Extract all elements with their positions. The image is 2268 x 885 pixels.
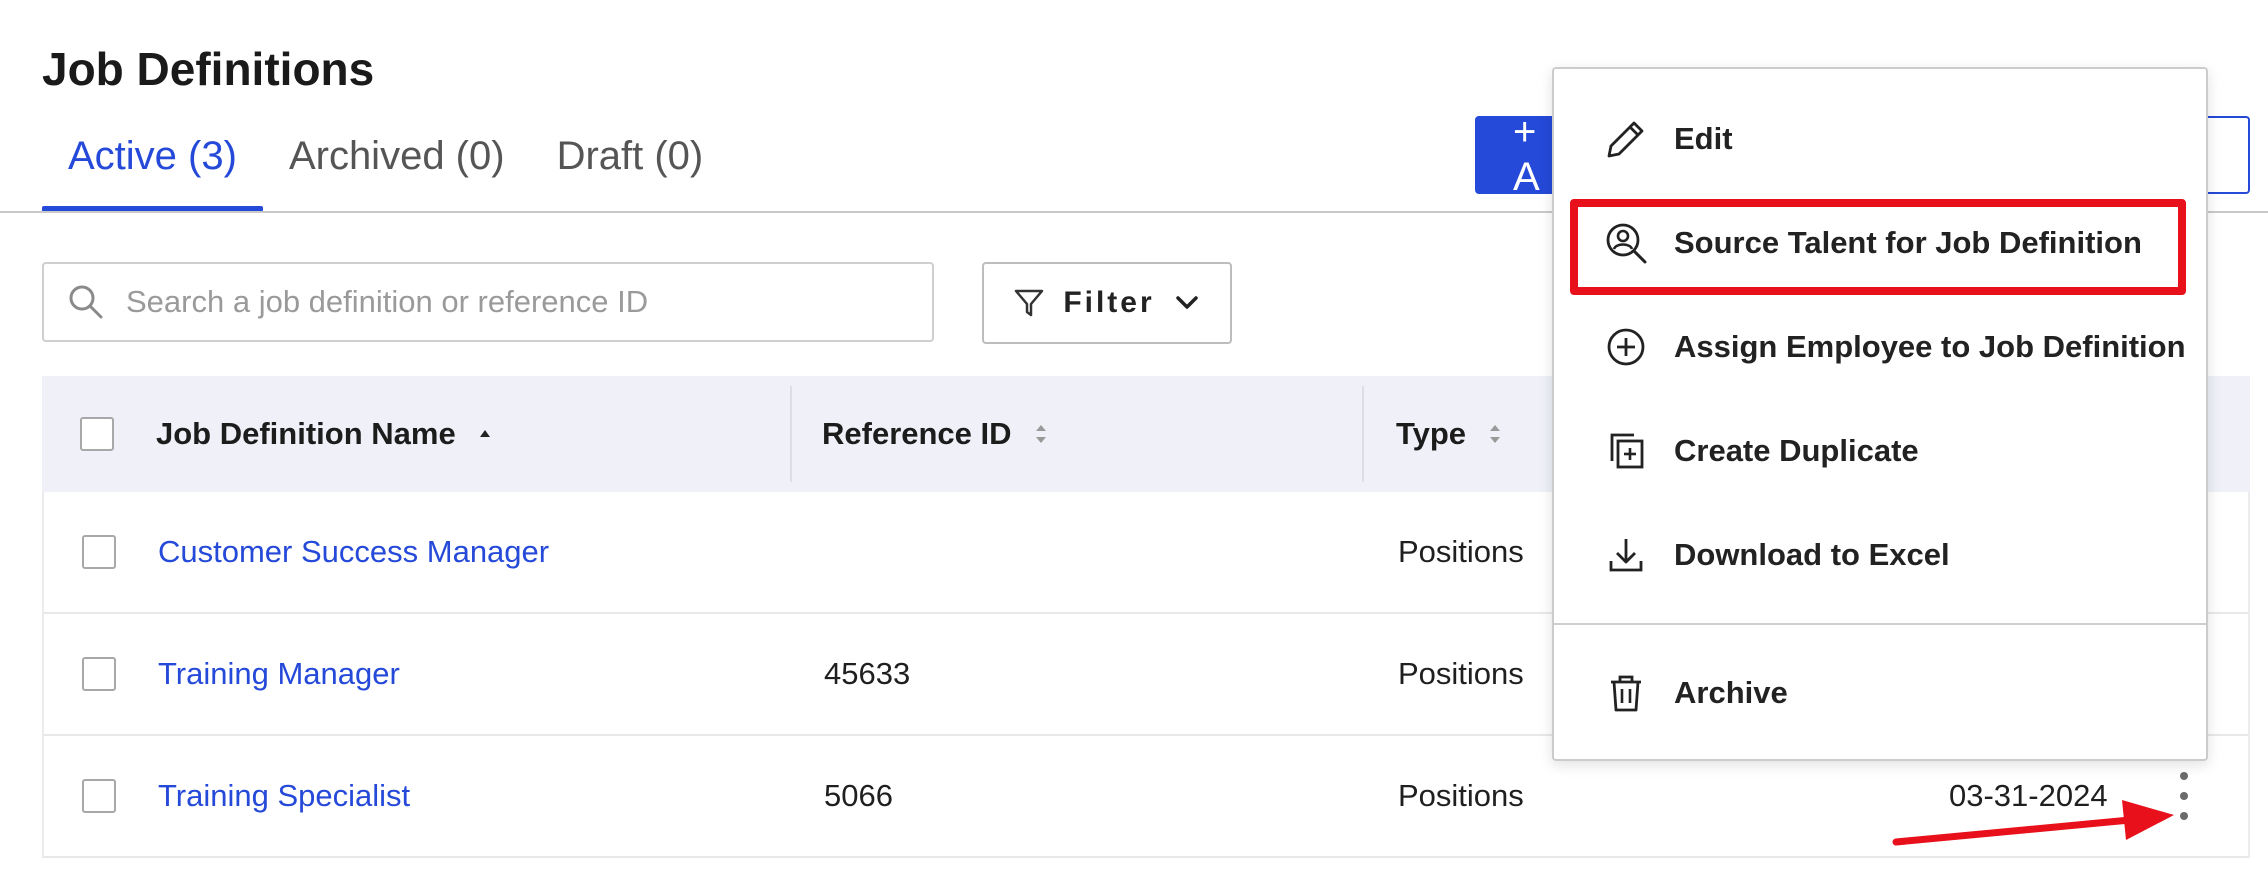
reference-id: 5066 [824,778,893,813]
sort-ascending-icon [479,430,490,437]
menu-item-create-duplicate[interactable]: Create Duplicate [1554,411,2206,491]
download-icon [1609,539,1643,572]
plus-circle-icon [1607,328,1645,366]
date-value: 03-31-2024 [1949,778,2108,813]
row-checkbox[interactable] [82,779,116,813]
row-actions-button[interactable] [2174,772,2194,820]
job-type: Positions [1398,656,1524,691]
tab-archived[interactable]: Archived (0) [263,122,531,212]
search-field [42,262,934,342]
column-separator [1362,386,1364,482]
row-checkbox[interactable] [82,657,116,691]
menu-item-download-excel[interactable]: Download to Excel [1554,515,2206,595]
menu-item-label: Source Talent for Job Definition [1674,225,2142,260]
menu-item-source-talent[interactable]: Source Talent for Job Definition [1554,203,2206,283]
tab-draft[interactable]: Draft (0) [531,122,730,212]
trash-icon [1611,675,1641,712]
row-actions-menu: Edit Source Talent for Job Definition As… [1552,67,2208,761]
job-name-link[interactable]: Training Specialist [158,778,410,814]
reference-id: 45633 [824,656,911,691]
job-type: Positions [1398,534,1524,569]
pencil-icon [1607,121,1644,158]
search-input[interactable] [126,284,906,320]
menu-item-label: Download to Excel [1674,537,1950,572]
funnel-icon [1015,289,1044,317]
menu-divider [1554,623,2206,625]
header-name[interactable]: Job Definition Name [156,416,492,452]
sort-icon [1490,425,1501,443]
menu-item-label: Archive [1674,675,1788,710]
header-type-label: Type [1396,416,1467,451]
menu-item-assign-employee[interactable]: Assign Employee to Job Definition [1554,307,2206,387]
tab-active[interactable]: Active (3) [42,122,263,212]
header-ref-label: Reference ID [822,416,1012,451]
menu-item-edit[interactable]: Edit [1554,99,2206,179]
header-ref[interactable]: Reference ID [822,416,1048,452]
sort-icon [1035,425,1046,443]
search-icon [69,285,103,319]
job-name-link[interactable]: Training Manager [158,656,400,692]
menu-item-archive[interactable]: Archive [1554,653,2206,733]
filter-label: Filter [1063,286,1155,319]
select-all-checkbox[interactable] [80,417,114,451]
tab-bar: Active (3) Archived (0) Draft (0) [42,122,729,212]
header-type[interactable]: Type [1396,416,1502,452]
person-search-icon [1606,223,1647,264]
row-checkbox[interactable] [82,535,116,569]
header-name-label: Job Definition Name [156,416,456,451]
column-separator [790,386,792,482]
page-title: Job Definitions [42,43,375,95]
menu-item-label: Create Duplicate [1674,433,1919,468]
filter-button[interactable]: Filter [982,262,1232,344]
menu-item-label: Edit [1674,121,1733,156]
job-type: Positions [1398,778,1524,813]
duplicate-icon [1610,433,1644,469]
menu-item-label: Assign Employee to Job Definition [1674,329,2186,364]
job-name-link[interactable]: Customer Success Manager [158,534,549,570]
chevron-down-icon [1175,296,1198,309]
